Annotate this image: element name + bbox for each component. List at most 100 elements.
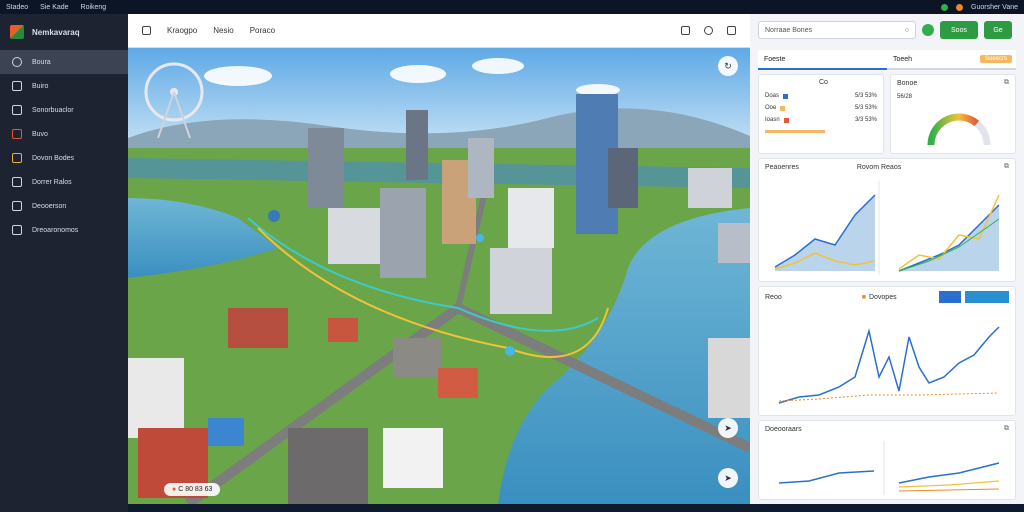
- expand-icon[interactable]: ⧉: [1004, 425, 1009, 433]
- brand[interactable]: Nemkavaraq: [0, 14, 128, 50]
- sidebar-item-6[interactable]: Dorrer Ralos: [0, 170, 128, 194]
- legend-swatch: [783, 117, 789, 123]
- copy-icon[interactable]: ⧉: [1004, 79, 1009, 87]
- city-illustration: [128, 48, 750, 504]
- area-series: [899, 205, 999, 271]
- settings-icon: [12, 225, 22, 235]
- legend-swatch: ■: [861, 293, 866, 301]
- tab-label: Foeste: [764, 55, 786, 63]
- row-value: 3/3 53%: [854, 117, 877, 123]
- sidebar-item-8[interactable]: Dreoaronomos: [0, 218, 128, 242]
- location-marker[interactable]: [476, 234, 484, 242]
- tab-toeeh[interactable]: Toeeh Soeecrs: [887, 50, 1016, 70]
- ge-button[interactable]: Ge: [984, 21, 1012, 39]
- location-marker[interactable]: [268, 210, 280, 222]
- summary-row: Ooe 5/3 53%: [759, 102, 883, 114]
- row-value: 5/3 53%: [854, 105, 877, 111]
- globe-icon[interactable]: [704, 26, 713, 35]
- chart3-header: Doeooraars ⧉: [759, 421, 1015, 437]
- sidebar-item-label: Dorrer Ralos: [32, 178, 72, 186]
- chart2-toggle-a[interactable]: [939, 291, 961, 303]
- sidebar-item-home[interactable]: Boura: [0, 50, 128, 74]
- legend-swatch: [780, 105, 786, 111]
- layers-icon[interactable]: [142, 26, 151, 35]
- gauge-title: Bonoe: [897, 79, 918, 87]
- compass-icon: ➤: [724, 472, 732, 483]
- tab-poraco[interactable]: Poraco: [250, 26, 275, 35]
- view-title: Kraogpo: [167, 26, 198, 35]
- tab-nesio[interactable]: Nesio: [213, 26, 233, 35]
- chart1-title2: Rovom Reaos: [856, 163, 902, 171]
- chart-card-2: Reoo ■ Dovopes: [758, 286, 1016, 416]
- tab-label: Toeeh: [893, 55, 913, 63]
- chart2-svg: [778, 326, 1000, 404]
- os-menu: Stadeo Sie Kade Roikeng: [6, 4, 116, 11]
- summary-card: Co Doas 5/3 53% Ooe 5/3 53% Ioasn 3/3 53…: [758, 74, 884, 154]
- navigate-icon: ➤: [724, 422, 732, 433]
- sidebar-item-label: Boura: [32, 58, 51, 66]
- os-top-bar: Stadeo Sie Kade Roikeng Guorsher Vane: [0, 0, 1024, 14]
- menu-item-kade[interactable]: Sie Kade: [40, 4, 68, 11]
- user-name[interactable]: Guorsher Vane: [971, 4, 1018, 11]
- sidebar-item-5[interactable]: Dovon Bodes: [0, 146, 128, 170]
- line-series: [778, 470, 875, 484]
- legend-swatch: [783, 93, 789, 99]
- coordinates-readout: ● C 80 83 63: [164, 483, 221, 496]
- gauge-svg: [927, 113, 991, 146]
- menu-item-roikeng[interactable]: Roikeng: [81, 4, 107, 11]
- tab-badge: Soeecrs: [979, 55, 1012, 63]
- chart2-legend: Dovopes: [868, 293, 897, 301]
- city-3d-scene[interactable]: ↻ ➤ ➤ ● C 80 83 63: [128, 48, 750, 504]
- right-panel: Norraae Bones ○ Soos Ge Foeste Toeeh Soe…: [750, 14, 1024, 504]
- sidebar-item-3[interactable]: Sonorbuaclor: [0, 98, 128, 122]
- chart-card-3: Doeooraars ⧉: [758, 420, 1016, 500]
- search-icon: ○: [904, 26, 909, 34]
- panel-tabs: Foeste Toeeh Soeecrs: [758, 50, 1016, 70]
- expand-icon[interactable]: ⧉: [1004, 163, 1009, 171]
- gauge-card: Bonoe ⧉ 56/28: [890, 74, 1016, 154]
- chart1-header: Peaoenres Rovom Reaos ⧉: [759, 159, 1015, 175]
- chart2-title: Reoo: [765, 293, 782, 301]
- folder-icon: [12, 177, 22, 187]
- summary-row: Doas 5/3 53%: [759, 90, 883, 102]
- chart-card-1: Peaoenres Rovom Reaos ⧉: [758, 158, 1016, 282]
- gauge-card-header: Bonoe ⧉: [891, 75, 1015, 91]
- sidebar: Nemkavaraq Boura Buiro Sonorbuaclor Buvo…: [0, 14, 128, 512]
- main-toolbar: Kraogpo Nesio Poraco: [128, 14, 750, 48]
- chart2-toggle-b[interactable]: [965, 291, 1009, 303]
- sidebar-item-2[interactable]: Buiro: [0, 74, 128, 98]
- summary-title: Co: [819, 79, 828, 86]
- app-logo-icon: [10, 25, 24, 39]
- home-icon: [12, 57, 22, 67]
- refresh-icon: [12, 201, 22, 211]
- area-series: [775, 195, 875, 271]
- compass-button[interactable]: ➤: [718, 468, 738, 488]
- menu-item-stadeo[interactable]: Stadeo: [6, 4, 28, 11]
- main-view: Kraogpo Nesio Poraco ↻ ➤ ➤ ● C 80 83 63: [128, 14, 750, 504]
- fullscreen-icon[interactable]: [727, 26, 736, 35]
- summary-bar: [765, 130, 825, 133]
- chart1-title: Peaoenres: [765, 163, 799, 171]
- save-icon[interactable]: [681, 26, 690, 35]
- search-input[interactable]: Norraae Bones ○: [758, 21, 916, 39]
- row-label: Doas: [765, 93, 780, 99]
- line-series-yellow: [898, 480, 1000, 488]
- row-value: 5/3 53%: [854, 93, 877, 99]
- sidebar-item-label: Sonorbuaclor: [32, 106, 74, 114]
- sidebar-item-4[interactable]: Buvo: [0, 122, 128, 146]
- status-icon[interactable]: [922, 24, 934, 36]
- location-marker[interactable]: [505, 346, 515, 356]
- tab-foeste[interactable]: Foeste: [758, 50, 887, 70]
- smile-icon: [12, 105, 22, 115]
- soos-button[interactable]: Soos: [940, 21, 978, 39]
- line-series: [778, 326, 1000, 404]
- line-series-orange: [898, 488, 1000, 492]
- chart3-svg: [778, 441, 1000, 495]
- rotate-view-button[interactable]: ↻: [718, 56, 738, 76]
- gauge-fill: [927, 113, 980, 146]
- cloud: [390, 65, 446, 83]
- clock-icon: [12, 81, 22, 91]
- pin-icon: ●: [172, 486, 177, 493]
- navigate-button[interactable]: ➤: [718, 418, 738, 438]
- sidebar-item-7[interactable]: Deooerson: [0, 194, 128, 218]
